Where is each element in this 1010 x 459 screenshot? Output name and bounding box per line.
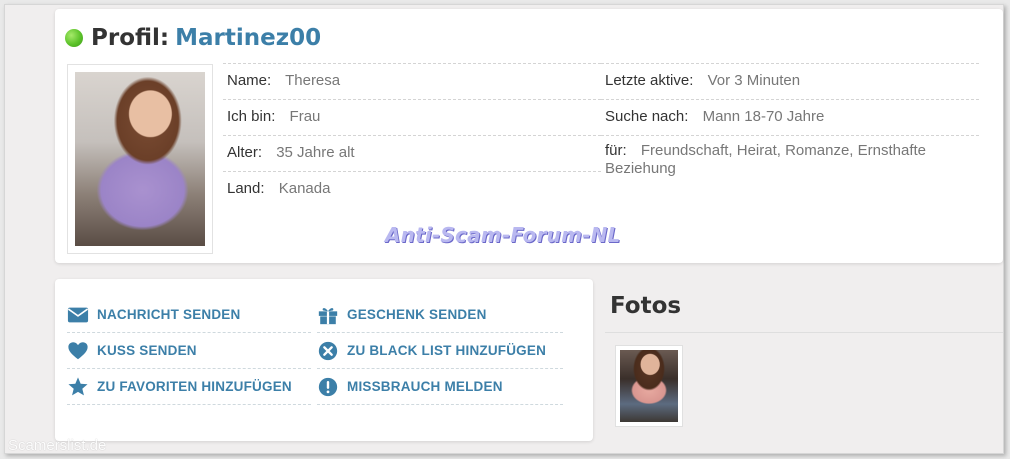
info-key: Letzte aktive: <box>605 72 694 89</box>
info-value: Kanada <box>278 180 331 197</box>
info-value: Mann 18-70 Jahre <box>702 108 825 125</box>
exclamation-circle-icon <box>318 377 338 396</box>
profile-card: Profil: Martinez00 Name: Theresa Ich bin… <box>55 9 1003 263</box>
action-label: MISSBRAUCH MELDEN <box>347 379 503 394</box>
heart-icon <box>68 341 88 359</box>
action-label: NACHRICHT SENDEN <box>97 307 241 322</box>
info-row-age: Alter: 35 Jahre alt <box>223 135 601 171</box>
watermark-text: Anti-Scam-Forum-NL <box>385 223 621 247</box>
action-label: ZU BLACK LIST HINZUFÜGEN <box>347 343 547 358</box>
actions-card: NACHRICHT SENDEN KUSS SENDEN ZU FAVORITE… <box>55 279 593 441</box>
info-value: Theresa <box>285 72 341 89</box>
actions-column-left: NACHRICHT SENDEN KUSS SENDEN ZU FAVORITE… <box>67 297 311 405</box>
profile-photo[interactable] <box>75 72 205 246</box>
info-row-seeking: Suche nach: Mann 18-70 Jahre <box>601 99 979 135</box>
info-value: Freundschaft, Heirat, Romanze, Ernsthaft… <box>605 142 926 177</box>
photos-heading: Fotos <box>610 293 682 319</box>
action-label: GESCHENK SENDEN <box>347 307 487 322</box>
info-row-gender: Ich bin: Frau <box>223 99 601 135</box>
info-key: für: <box>605 142 627 159</box>
add-to-blacklist-button[interactable]: ZU BLACK LIST HINZUFÜGEN <box>317 333 563 369</box>
photo-thumbnail-frame[interactable] <box>615 345 683 427</box>
report-abuse-button[interactable]: MISSBRAUCH MELDEN <box>317 369 563 405</box>
x-circle-icon <box>318 341 338 360</box>
info-value: Vor 3 Minuten <box>707 72 801 89</box>
photos-divider <box>605 332 1003 333</box>
photo-thumbnail[interactable] <box>620 350 678 422</box>
send-kiss-button[interactable]: KUSS SENDEN <box>67 333 311 369</box>
info-row-purpose: für: Freundschaft, Heirat, Romanze, Erns… <box>601 135 979 187</box>
gift-icon <box>318 307 338 324</box>
action-label: KUSS SENDEN <box>97 343 197 358</box>
info-key: Name: <box>227 72 272 89</box>
star-icon <box>68 376 88 395</box>
info-value: 35 Jahre alt <box>276 144 355 161</box>
info-row-last-active: Letzte aktive: Vor 3 Minuten <box>601 63 979 99</box>
profile-info-left: Name: Theresa Ich bin: Frau Alter: 35 Ja… <box>223 63 601 207</box>
profile-header: Profil: Martinez00 <box>65 21 321 55</box>
online-status-icon <box>65 29 83 47</box>
photos-section: Fotos <box>605 279 1003 449</box>
actions-column-right: GESCHENK SENDEN ZU BLACK LIST HINZUFÜGEN… <box>317 297 563 405</box>
info-row-country: Land: Kanada <box>223 171 601 207</box>
profile-title-prefix: Profil: <box>91 25 170 51</box>
info-key: Ich bin: <box>227 108 276 125</box>
add-to-favorites-button[interactable]: ZU FAVORITEN HINZUFÜGEN <box>67 369 311 405</box>
info-key: Alter: <box>227 144 263 161</box>
info-key: Land: <box>227 180 265 197</box>
profile-photo-frame[interactable] <box>67 64 213 254</box>
info-key: Suche nach: <box>605 108 689 125</box>
info-row-name: Name: Theresa <box>223 63 601 99</box>
action-label: ZU FAVORITEN HINZUFÜGEN <box>97 379 292 394</box>
send-message-button[interactable]: NACHRICHT SENDEN <box>67 297 311 333</box>
profile-info-right: Letzte aktive: Vor 3 Minuten Suche nach:… <box>601 63 979 187</box>
info-value: Frau <box>289 108 321 125</box>
profile-username: Martinez00 <box>175 25 322 51</box>
source-credit: Scamerslist.de <box>8 437 107 454</box>
envelope-icon <box>67 307 89 322</box>
send-gift-button[interactable]: GESCHENK SENDEN <box>317 297 563 333</box>
screenshot-frame: Profil: Martinez00 Name: Theresa Ich bin… <box>4 4 1004 454</box>
